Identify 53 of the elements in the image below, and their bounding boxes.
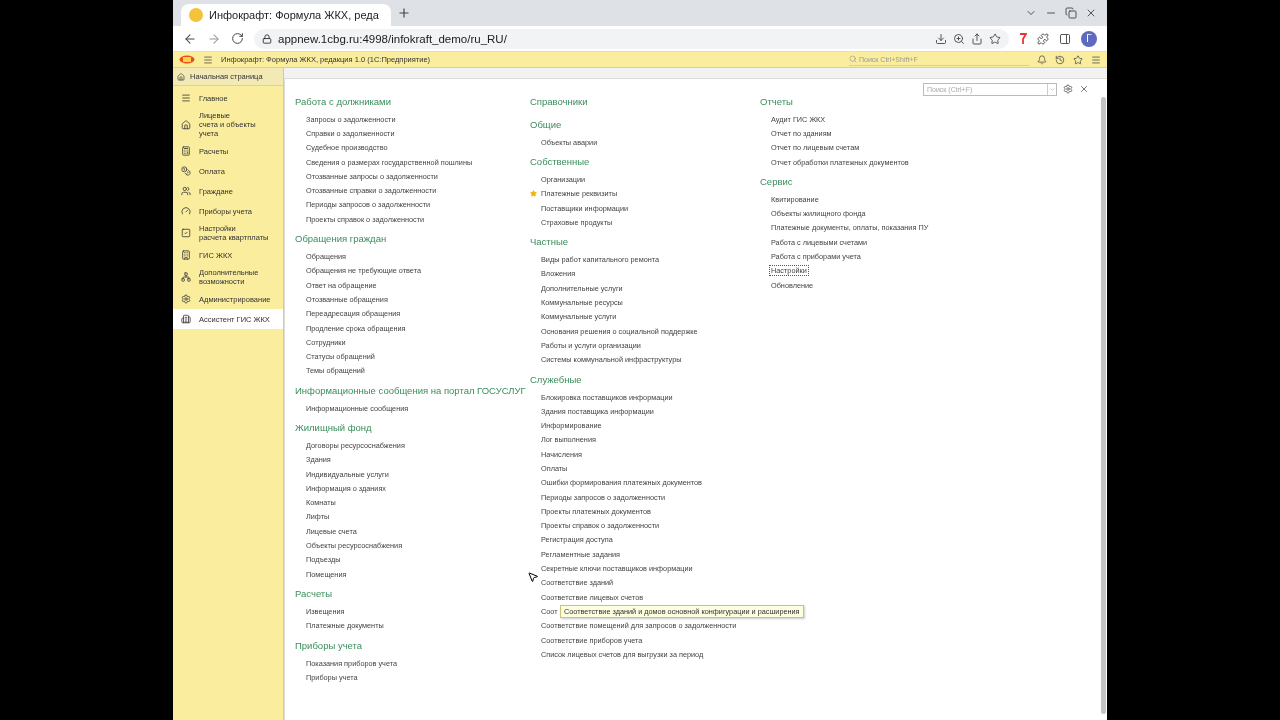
- history-icon[interactable]: [1055, 54, 1065, 65]
- share-icon[interactable]: [971, 32, 983, 45]
- section-title: Обращения граждан: [295, 232, 388, 247]
- site-favicon: [189, 8, 203, 22]
- cursor-icon: [527, 571, 539, 584]
- settings-icon: [181, 294, 191, 304]
- menu-icon: [181, 93, 191, 103]
- star-icon[interactable]: [989, 32, 1001, 45]
- section-title: Работа с должниками: [295, 95, 392, 109]
- section-title: Собственные: [530, 155, 591, 170]
- gauge-icon: [181, 206, 191, 216]
- close-icon[interactable]: [1079, 84, 1089, 94]
- checkbox-icon: [181, 228, 191, 238]
- menu-icon[interactable]: [203, 54, 213, 65]
- reload-icon[interactable]: [231, 32, 244, 45]
- browser-tab[interactable]: Инфокрафт: Формула ЖКХ, реда: [181, 4, 391, 26]
- lock-icon: [262, 33, 272, 44]
- profile-avatar[interactable]: Г: [1081, 30, 1097, 47]
- star-icon[interactable]: [1073, 54, 1083, 65]
- section-title: Жилищный фонд: [295, 421, 373, 436]
- address-bar[interactable]: appnew.1cbg.ru:4998/infokraft_demo/ru_RU/: [254, 28, 1009, 49]
- section-title: Общие: [530, 118, 563, 132]
- section-title: Приборы учета: [295, 638, 364, 653]
- section-title: Частные: [530, 235, 570, 250]
- section-title: Отчеты: [760, 95, 794, 109]
- section-title: Расчеты: [295, 587, 334, 602]
- back-icon[interactable]: [183, 31, 197, 46]
- side-panel-icon[interactable]: [1059, 32, 1071, 45]
- calculator-icon: [181, 146, 191, 156]
- puzzle-icon[interactable]: [1037, 32, 1049, 45]
- zoom-icon[interactable]: [953, 32, 965, 45]
- close-icon[interactable]: [1085, 7, 1097, 19]
- download-icon[interactable]: [935, 32, 947, 45]
- people-icon: [181, 186, 191, 196]
- logo-icon: [179, 55, 195, 64]
- section-title: Справочники: [530, 95, 589, 109]
- url-text: appnew.1cbg.ru:4998/infokraft_demo/ru_RU/: [278, 32, 507, 45]
- building-icon: [181, 250, 191, 260]
- restore-icon[interactable]: [1065, 7, 1077, 19]
- bell-icon[interactable]: [1037, 54, 1047, 65]
- section-title: Служебные: [530, 372, 583, 387]
- house-icon: [181, 119, 191, 130]
- section-title: Сервис: [760, 175, 794, 190]
- office-icon: [181, 314, 191, 324]
- network-icon: [181, 272, 191, 282]
- house-icon: [177, 72, 185, 81]
- search-icon: [849, 55, 857, 63]
- new-tab-icon[interactable]: [397, 6, 411, 20]
- section-title: Информационные сообщения на портал ГОСУСЛУГ: [295, 384, 527, 399]
- forward-icon[interactable]: [207, 31, 221, 46]
- settings-icon[interactable]: [1063, 84, 1073, 94]
- menu-icon[interactable]: [1091, 54, 1101, 65]
- coins-icon: [181, 166, 191, 176]
